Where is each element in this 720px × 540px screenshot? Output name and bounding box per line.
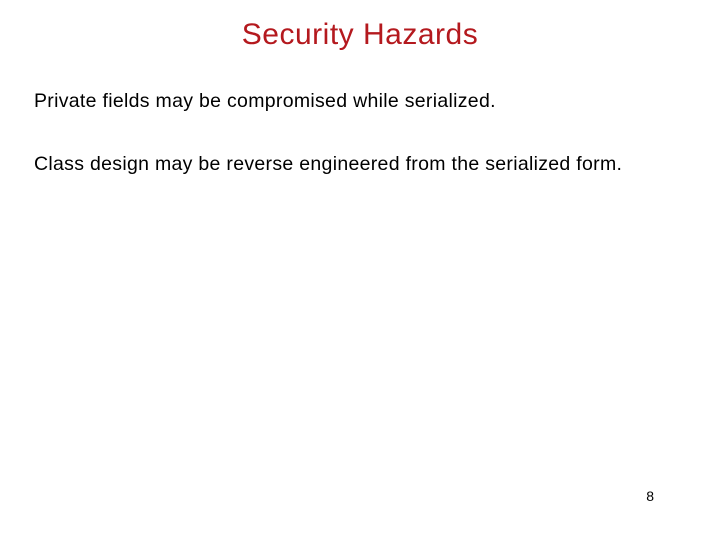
- page-number: 8: [646, 488, 654, 504]
- body-paragraph: Class design may be reverse engineered f…: [34, 151, 690, 178]
- slide-container: Security Hazards Private fields may be c…: [0, 0, 720, 540]
- slide-title: Security Hazards: [30, 18, 690, 52]
- body-paragraph: Private fields may be compromised while …: [34, 88, 690, 115]
- slide-content: Private fields may be compromised while …: [30, 88, 690, 179]
